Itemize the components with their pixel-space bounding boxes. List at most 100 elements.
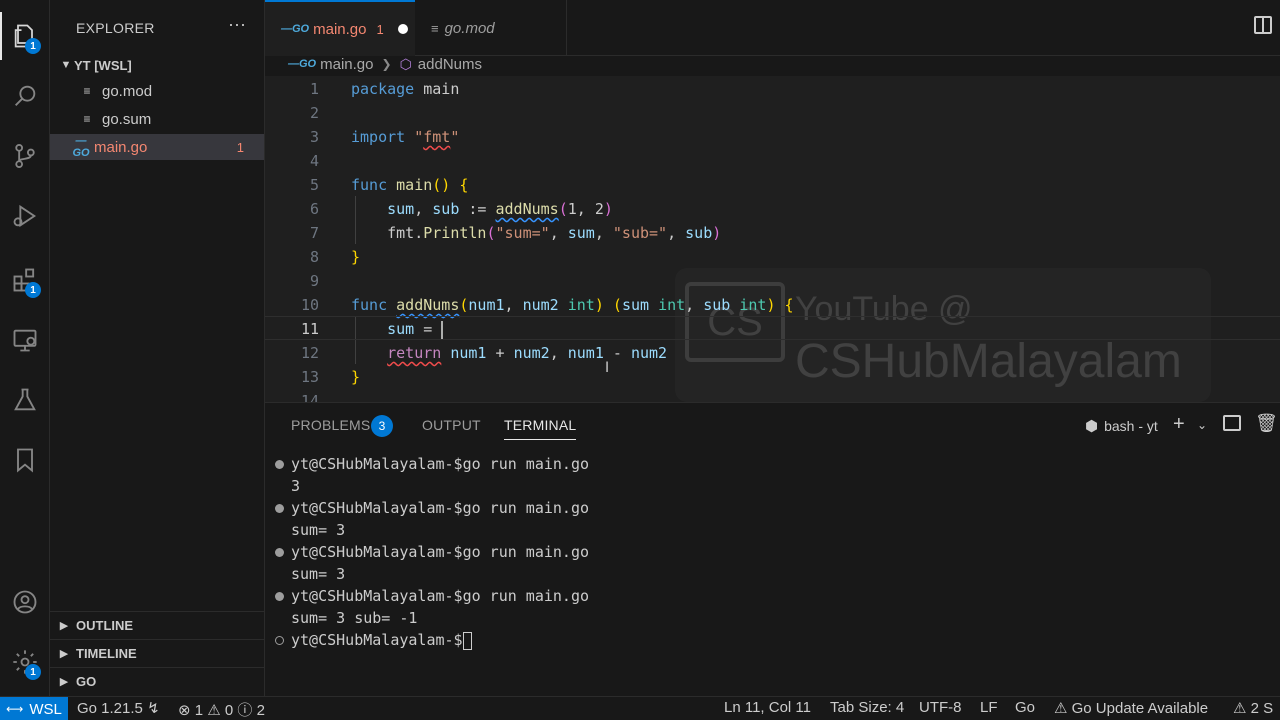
go-version[interactable]: Go 1.21.5 ↯ [77,699,160,717]
file-item-go-sum[interactable]: ≡ go.sum [50,106,264,132]
bookmark-icon[interactable] [0,436,50,484]
code-line[interactable]: 3 import "fmt" [265,125,1280,149]
tab-go-mod[interactable]: ≡ go.mod [415,0,567,56]
split-editor-icon[interactable] [1254,16,1272,34]
lines-icon: ≡ [431,20,439,36]
file-label: go.sum [102,110,152,128]
chevron-down-icon[interactable]: ⌄ [1197,418,1207,432]
line-number: 13 [300,368,319,386]
command-decoration-icon[interactable] [275,592,284,601]
remote-indicator[interactable]: ⟷ WSL [0,697,68,720]
more-actions-icon[interactable]: ··· [228,14,246,35]
file-item-go-mod[interactable]: ≡ go.mod [50,78,264,104]
code-line-current[interactable]: 11 sum = [265,316,1280,340]
code-line[interactable]: 8} [265,245,1280,269]
workspace-folder[interactable]: ▼ YT [WSL] [58,54,132,76]
command-decoration-icon[interactable] [275,460,284,469]
section-outline[interactable]: ▶ OUTLINE [50,611,264,639]
account-icon[interactable] [0,578,50,626]
code-line[interactable]: 9 [265,269,1280,293]
breadcrumb: —GO main.go ❯ ⬡ addNums [288,54,482,74]
vscode-window: 1 1 1 EXPLORER ··· ▼ YT [WSL] ≡ go.mod ≡… [0,0,1280,720]
mouse-ibeam-icon: I [605,360,610,376]
command-decoration-icon[interactable] [275,504,284,513]
terminal-line: yt@CSHubMalayalam-$go run main.go [273,497,589,519]
chevron-right-icon: ▶ [59,648,69,660]
command-decoration-icon[interactable] [275,548,284,557]
run-debug-icon[interactable] [0,192,50,240]
line-number: 7 [309,224,319,242]
breadcrumb-symbol[interactable]: addNums [418,56,482,73]
code-line[interactable]: 1 package main [265,77,1280,101]
lightning-icon: ↯ [147,700,160,717]
section-timeline[interactable]: ▶ TIMELINE [50,639,264,667]
code-editor[interactable]: CS YouTube @ CSHubMalayalam 1 package mai… [265,76,1280,402]
section-label: OUTLINE [76,618,134,633]
breadcrumb-file[interactable]: main.go [320,56,373,73]
bottom-panel: PROBLEMS 3 OUTPUT TERMINAL ⬢ bash - yt +… [265,402,1280,696]
code-line[interactable]: 5 func main() { [265,173,1280,197]
code-line[interactable]: 13} [265,365,1280,389]
tab-output[interactable]: OUTPUT [422,417,481,433]
tab-main-go[interactable]: —GO main.go 1 [265,0,415,56]
line-number: 9 [309,272,319,290]
line-number: 3 [309,128,319,146]
line-number: 8 [309,248,319,266]
line-number: 2 [309,104,319,122]
terminal-cursor [462,631,472,650]
section-label: TIMELINE [76,646,137,661]
tab-terminal[interactable]: TERMINAL [504,417,577,440]
chevron-right-icon: ▶ [59,676,69,688]
new-terminal-icon[interactable]: + [1173,413,1185,436]
code-line[interactable]: 7 fmt.Println("sum=", sum, "sub=", sub) [265,221,1280,245]
line-number: 1 [309,80,319,98]
code-line[interactable]: 10 func addNums(num1, num2 int) (sum int,… [265,293,1280,317]
remote-label: WSL [29,700,62,718]
split-terminal-icon[interactable] [1223,415,1241,431]
encoding[interactable]: UTF-8 [919,699,962,716]
go-icon: —GO [281,23,310,35]
unsaved-dot-icon[interactable] [397,24,408,34]
lines-icon: ≡ [83,112,91,126]
gear-icon[interactable]: 1 [0,638,50,686]
code-line[interactable]: 12 return num1 + num2, num1 - num2 [265,341,1280,365]
search-icon[interactable] [0,72,50,120]
tab-label: main.go [313,20,367,38]
line-number: 14 [300,392,319,402]
cursor-position[interactable]: Ln 11, Col 11 [724,699,811,716]
testing-icon[interactable] [0,376,50,424]
terminal-line: sum= 3 [291,521,346,539]
warning-icon: ⚠ [1054,700,1068,717]
code-line[interactable]: 6 sum, sub := addNums(1, 2) [265,197,1280,221]
terminal-shell-icon: ⬢ [1085,418,1099,435]
terminal-output[interactable]: yt@CSHubMalayalam-$go run main.go 3 yt@C… [273,453,589,651]
end-of-line[interactable]: LF [980,699,998,716]
code-line[interactable]: 2 [265,101,1280,125]
code-line[interactable]: 14 [265,389,1280,402]
problems-status[interactable]: ⊗ 1 ⚠ 0 ⓘ 2 [178,699,265,720]
trash-icon[interactable]: 🗑 [1255,413,1278,434]
error-count: 1 [236,139,244,155]
explorer-icon[interactable]: 1 [0,12,50,60]
extensions-icon[interactable]: 1 [0,256,50,304]
terminal-prompt: yt@CSHubMalayalam-$ [273,629,589,651]
code-line[interactable]: 4 [265,149,1280,173]
text-caret [441,320,444,339]
warning-icon: ⚠ [1233,700,1247,717]
file-item-main-go[interactable]: —GO main.go 1 [50,134,264,160]
extra-status[interactable]: ⚠ 2 S [1233,699,1273,717]
remote-icon: ⟷ [6,702,24,716]
terminal-selector[interactable]: ⬢ bash - yt [1085,415,1158,437]
line-number: 5 [309,176,319,194]
command-decoration-icon[interactable] [275,636,284,645]
remote-explorer-icon[interactable] [0,316,50,364]
go-update-status[interactable]: ⚠ Go Update Available [1054,699,1208,717]
section-go[interactable]: ▶ GO [50,667,264,695]
language-mode[interactable]: Go [1015,699,1035,716]
tab-problems[interactable]: PROBLEMS [291,417,370,433]
terminal-line: sum= 3 [291,565,346,583]
source-control-icon[interactable] [0,132,50,180]
status-bar: ⟷ WSL Go 1.21.5 ↯ ⊗ 1 ⚠ 0 ⓘ 2 Ln 11, Col… [0,696,1280,720]
tab-size[interactable]: Tab Size: 4 [830,699,904,716]
terminal-line: sum= 3 sub= -1 [291,609,418,627]
